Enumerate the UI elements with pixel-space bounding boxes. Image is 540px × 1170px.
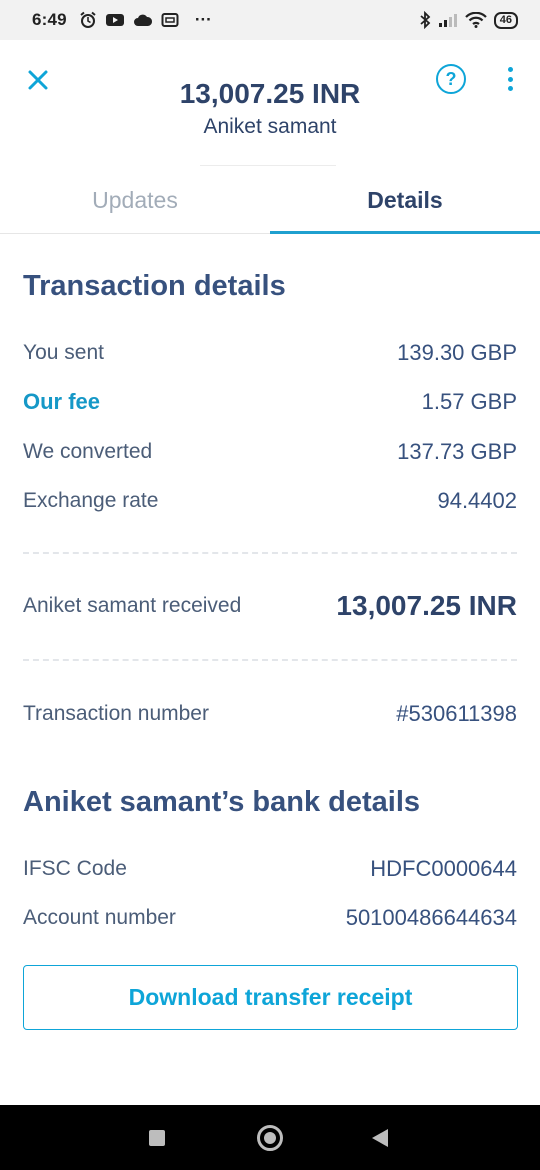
cloud-icon [133,14,152,26]
transaction-number-value: #530611398 [396,701,517,726]
exchange-rate-value: 94.4402 [437,488,517,513]
row-transaction-number: Transaction number #530611398 [23,701,517,727]
bluetooth-icon [420,11,431,29]
back-icon[interactable] [372,1129,388,1147]
transaction-number-label: Transaction number [23,702,209,725]
more-dot-icon [507,67,513,72]
signal-icon [438,14,457,27]
more-options-button[interactable] [498,64,522,94]
account-number-value: 50100486644634 [345,905,517,930]
bank-details-title: Aniket samant’s bank details [23,786,421,818]
you-sent-value: 139.30 GBP [397,340,517,365]
ifsc-code-label: IFSC Code [23,857,127,880]
more-dot-icon [507,76,513,82]
our-fee-link[interactable]: Our fee [23,389,100,415]
received-value: 13,007.25 INR [336,590,517,621]
status-bar: 6:49 ··· 46 [0,0,540,40]
you-sent-label: You sent [23,341,104,364]
dashed-divider [23,659,517,661]
more-notifications: ··· [194,10,212,29]
transfer-header: 13,007.25 INR Aniket samant ? [0,40,540,166]
transaction-details-title: Transaction details [23,270,286,302]
row-our-fee: Our fee 1.57 GBP [23,389,517,415]
row-account-number: Account number 50100486644634 [23,905,517,931]
exchange-rate-label: Exchange rate [23,489,159,512]
status-time: 6:49 [32,10,67,29]
more-dot-icon [507,86,513,91]
received-label: Aniket samant received [23,594,242,617]
tab-bar: Updates Details [0,166,540,234]
app-icon [161,13,179,27]
system-nav-bar [0,1105,540,1170]
recents-icon[interactable] [149,1130,165,1146]
we-converted-value: 137.73 GBP [397,439,517,464]
header-recipient-name: Aniket samant [203,115,337,138]
we-converted-label: We converted [23,440,153,463]
row-ifsc-code: IFSC Code HDFC0000644 [23,856,517,882]
row-you-sent: You sent 139.30 GBP [23,340,517,366]
wifi-icon [464,12,487,28]
tab-updates[interactable]: Updates [0,166,270,233]
row-we-converted: We converted 137.73 GBP [23,439,517,465]
ifsc-code-value: HDFC0000644 [370,856,517,881]
download-receipt-button[interactable]: Download transfer receipt [23,965,518,1030]
home-icon[interactable] [257,1125,283,1151]
youtube-icon [105,14,124,26]
row-recipient-received: Aniket samant received 13,007.25 INR [23,590,517,622]
tab-details[interactable]: Details [270,166,540,234]
account-number-label: Account number [23,906,176,929]
help-button[interactable]: ? [436,64,466,94]
dashed-divider [23,552,517,554]
alarm-icon [80,11,96,28]
our-fee-value: 1.57 GBP [421,389,517,414]
help-icon: ? [445,68,457,89]
row-exchange-rate: Exchange rate 94.4402 [23,488,517,514]
battery-icon: 46 [493,11,518,29]
